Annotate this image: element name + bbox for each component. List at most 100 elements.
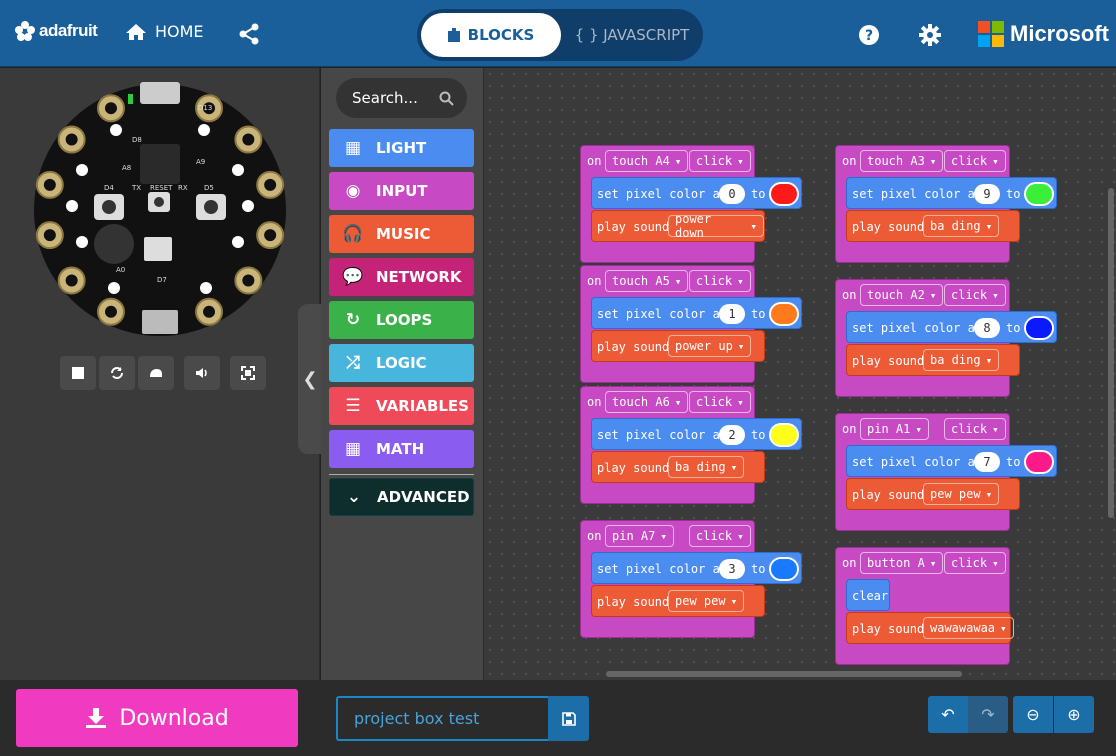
sound-dropdown[interactable]: power up: [668, 335, 752, 357]
set-pixel-color-block[interactable]: set pixel color at 0 to: [591, 177, 802, 209]
home-button[interactable]: HOME: [125, 22, 204, 41]
pixel-index[interactable]: 0: [719, 184, 745, 204]
event-dropdown[interactable]: click: [944, 418, 1006, 440]
sound-dropdown[interactable]: ba ding: [668, 456, 745, 478]
fullscreen-button[interactable]: [230, 356, 266, 390]
sound-dropdown[interactable]: power down: [668, 212, 764, 240]
play-sound-label: play sound: [852, 354, 925, 368]
stop-button[interactable]: [60, 356, 96, 390]
download-button[interactable]: Download: [16, 689, 298, 747]
circuit-playground-board[interactable]: RESET RX TX D4 D5 D7 D8 D13 A0 A8 A9: [32, 82, 288, 338]
category-network[interactable]: 💬 NETWORK: [329, 258, 474, 296]
event-dropdown[interactable]: click: [944, 150, 1006, 172]
category-logic[interactable]: ⤮ LOGIC: [329, 344, 474, 382]
event-block[interactable]: ontouch A6click set pixel color at2 to play…: [580, 386, 802, 504]
category-light[interactable]: ▦ LIGHT: [329, 129, 474, 167]
sound-dropdown[interactable]: ba ding: [923, 349, 1000, 371]
category-advanced[interactable]: ⌄ ADVANCED: [329, 478, 474, 516]
blocks-workspace[interactable]: ontouch A4clickset pixel color at0toplay…: [483, 68, 1116, 680]
play-sound-block[interactable]: play sound power up: [591, 330, 765, 362]
slow-motion-button[interactable]: [138, 356, 174, 390]
zoom-in-button[interactable]: ⊕: [1054, 696, 1094, 733]
trigger-dropdown[interactable]: touch A2: [860, 284, 944, 306]
vertical-scrollbar[interactable]: [1108, 188, 1114, 518]
horizontal-scrollbar[interactable]: [606, 671, 962, 677]
event-block[interactable]: ontouch A2click set pixel color at8 to play…: [835, 279, 1057, 397]
microsoft-logo[interactable]: Microsoft: [978, 21, 1109, 47]
color-picker[interactable]: [1024, 182, 1054, 206]
color-picker[interactable]: [1024, 450, 1054, 474]
set-pixel-color-block[interactable]: set pixel color at 2 to: [591, 418, 802, 450]
settings-button[interactable]: [919, 24, 941, 46]
help-button[interactable]: ?: [858, 24, 880, 46]
trigger-dropdown[interactable]: touch A4: [605, 150, 689, 172]
trigger-dropdown[interactable]: pin A1: [860, 418, 929, 440]
event-block[interactable]: ontouch A3click set pixel color at9 to play…: [835, 145, 1057, 263]
color-picker[interactable]: [769, 182, 799, 206]
play-sound-block[interactable]: play sound ba ding: [591, 451, 765, 483]
color-picker[interactable]: [769, 557, 799, 581]
trigger-dropdown[interactable]: touch A6: [605, 391, 689, 413]
event-block[interactable]: onpin A7 click set pixel color at3 to play s…: [580, 520, 802, 638]
trigger-dropdown[interactable]: touch A5: [605, 270, 689, 292]
event-on-label: on: [587, 529, 602, 543]
play-sound-block[interactable]: play sound power down: [591, 210, 765, 242]
event-dropdown[interactable]: click: [689, 150, 751, 172]
play-sound-block[interactable]: play sound ba ding: [846, 210, 1020, 242]
pixel-index[interactable]: 9: [974, 184, 1000, 204]
category-music[interactable]: 🎧 MUSIC: [329, 215, 474, 253]
set-pixel-color-block[interactable]: set pixel color at 8 to: [846, 311, 1057, 343]
pixel-index[interactable]: 3: [719, 559, 745, 579]
event-block[interactable]: onpin A1 click set pixel color at7 to play s…: [835, 413, 1057, 531]
color-picker[interactable]: [769, 423, 799, 447]
toolbox-search[interactable]: Search...: [336, 78, 467, 118]
pixel-index[interactable]: 8: [974, 318, 1000, 338]
color-picker[interactable]: [769, 302, 799, 326]
pixel-index[interactable]: 2: [719, 425, 745, 445]
event-block[interactable]: onbutton Aclick clear play soundwawawawaa: [835, 547, 1014, 665]
sound-dropdown[interactable]: wawawawaa: [923, 617, 1014, 639]
color-picker[interactable]: [1024, 316, 1054, 340]
mute-button[interactable]: [184, 356, 220, 390]
category-math[interactable]: ▦ MATH: [329, 430, 474, 468]
event-block[interactable]: ontouch A5click set pixel color at1 to play…: [580, 265, 802, 383]
microsoft-squares-icon: [978, 21, 1004, 47]
event-block[interactable]: ontouch A4click set pixel color at0 to play…: [580, 145, 802, 263]
play-sound-block[interactable]: play sound wawawawaa: [846, 612, 1014, 644]
trigger-dropdown[interactable]: touch A3: [860, 150, 944, 172]
play-sound-block[interactable]: play sound pew pew: [591, 585, 765, 617]
pixel-index[interactable]: 7: [974, 452, 1000, 472]
adafruit-logo[interactable]: adafruit: [14, 20, 98, 42]
event-dropdown[interactable]: click: [689, 525, 751, 547]
category-variables[interactable]: ☰ VARIABLES: [329, 387, 474, 425]
zoom-out-button[interactable]: ⊖: [1013, 696, 1053, 733]
clear-block[interactable]: clear: [846, 579, 890, 611]
redo-button[interactable]: ↷: [968, 696, 1008, 733]
trigger-dropdown[interactable]: button A: [860, 552, 944, 574]
sound-dropdown[interactable]: pew pew: [923, 483, 1000, 505]
event-dropdown[interactable]: click: [944, 552, 1006, 574]
category-loops[interactable]: ↻ LOOPS: [329, 301, 474, 339]
set-pixel-color-block[interactable]: set pixel color at 7 to: [846, 445, 1057, 477]
share-button[interactable]: [238, 23, 260, 45]
category-input[interactable]: ◉ INPUT: [329, 172, 474, 210]
play-sound-block[interactable]: play sound ba ding: [846, 344, 1020, 376]
save-button[interactable]: [548, 696, 589, 741]
set-pixel-color-block[interactable]: set pixel color at 1 to: [591, 297, 802, 329]
restart-button[interactable]: [99, 356, 135, 390]
event-dropdown[interactable]: click: [944, 284, 1006, 306]
tab-blocks[interactable]: BLOCKS: [421, 13, 561, 57]
sound-dropdown[interactable]: ba ding: [923, 215, 1000, 237]
event-dropdown[interactable]: click: [689, 391, 751, 413]
trigger-dropdown[interactable]: pin A7: [605, 525, 674, 547]
set-pixel-color-block[interactable]: set pixel color at 3 to: [591, 552, 802, 584]
project-name-input[interactable]: [336, 696, 548, 741]
set-pixel-color-block[interactable]: set pixel color at 9 to: [846, 177, 1057, 209]
tab-javascript[interactable]: { } JAVASCRIPT: [565, 13, 699, 57]
event-dropdown[interactable]: click: [689, 270, 751, 292]
sound-dropdown[interactable]: pew pew: [668, 590, 745, 612]
pixel-index[interactable]: 1: [719, 304, 745, 324]
collapse-simulator-button[interactable]: ❮: [298, 304, 322, 454]
undo-button[interactable]: ↶: [928, 696, 968, 733]
play-sound-block[interactable]: play sound pew pew: [846, 478, 1020, 510]
